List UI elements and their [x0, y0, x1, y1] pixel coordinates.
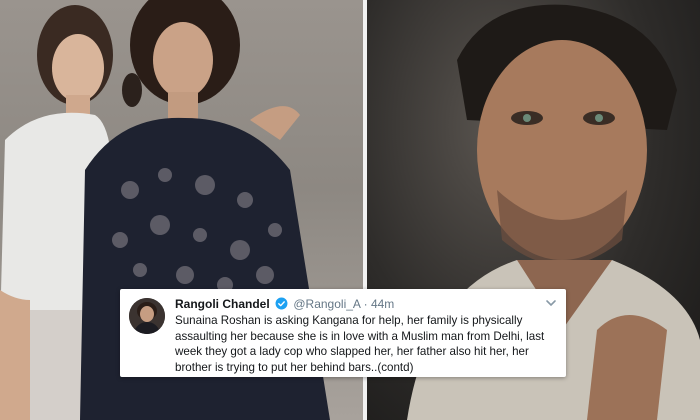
tweet-body-text: Sunaina Roshan is asking Kangana for hel…	[175, 314, 545, 374]
tweet-card[interactable]: Rangoli Chandel @Rangoli_A · 44m Sunaina…	[120, 289, 566, 377]
tweet-timestamp[interactable]: 44m	[371, 297, 394, 311]
verified-badge-icon	[275, 297, 288, 310]
avatar-image	[129, 298, 165, 334]
tweet-header: Rangoli Chandel @Rangoli_A · 44m	[175, 297, 542, 312]
tweet-author-handle[interactable]: @Rangoli_A	[293, 297, 360, 311]
tweet-meta-separator: ·	[363, 297, 368, 311]
tweet-author-name[interactable]: Rangoli Chandel	[175, 297, 270, 311]
chevron-down-icon[interactable]	[545, 297, 557, 309]
avatar[interactable]	[129, 298, 165, 334]
